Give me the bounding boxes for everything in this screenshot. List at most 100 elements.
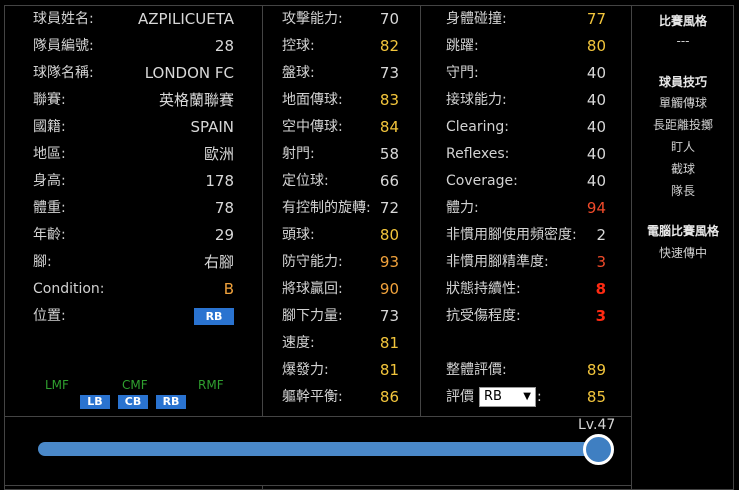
skills-title: 球員技巧 [658, 75, 707, 89]
skill-item: 截球 [670, 162, 695, 176]
rating-select-value: RB [484, 389, 502, 404]
player-info-label: 腳: [33, 254, 52, 270]
stat-mid-label: 地面傳球: [282, 92, 343, 108]
match-style-title: 比賽風格 [658, 14, 707, 28]
player-info-value: SPAIN [190, 118, 234, 136]
match-style-value: --- [676, 34, 690, 48]
stat-mid-row: 射門: 58 [282, 141, 399, 168]
stat-mid-value: 81 [379, 361, 399, 379]
chevron-down-icon: ▼ [523, 391, 531, 402]
player-info-row: 國籍: SPAIN [33, 114, 234, 141]
stat-mid-label: 爆發力: [282, 362, 329, 378]
stat-mid-label: 定位球: [282, 173, 329, 189]
player-info-label: 國籍: [33, 119, 66, 135]
stat-mid-value: 73 [379, 307, 399, 325]
player-info-row: 地區: 歐洲 [33, 141, 234, 168]
stat-mid-label: 頭球: [282, 227, 315, 243]
stat-right-value: 3 [595, 307, 606, 325]
stat-right-label: 非慣用腳使用頻密度: [446, 227, 577, 243]
player-info-value: 28 [214, 37, 234, 55]
player-info-row: 球隊名稱: LONDON FC [33, 60, 234, 87]
stat-mid-value: 81 [379, 334, 399, 352]
stat-mid-label: 射門: [282, 146, 315, 162]
player-info-label: 隊員編號: [33, 38, 94, 54]
stat-mid-label: 攻擊能力: [282, 11, 343, 27]
overall-rating-row: 整體評價: 89 [446, 357, 606, 384]
player-info-label: 年齡: [33, 227, 66, 243]
stat-right-value: 77 [586, 10, 606, 28]
level-slider-track[interactable] [38, 442, 600, 456]
rating-label: 評價 [446, 389, 474, 405]
stat-mid-row: 腳下力量: 73 [282, 303, 399, 330]
level-label: Lv.47 [578, 417, 616, 433]
stat-mid-row: 控球: 82 [282, 33, 399, 60]
player-info-value: 29 [214, 226, 234, 244]
stat-right-label: 抗受傷程度: [446, 308, 521, 324]
stat-right-label: 狀態持續性: [446, 281, 521, 297]
stat-mid-row: 定位球: 66 [282, 168, 399, 195]
level-slider-thumb[interactable] [583, 434, 614, 465]
stat-mid-value: 90 [379, 280, 399, 298]
stat-right-row: Coverage: 40 [446, 168, 606, 195]
position-lmf: LMF [45, 378, 69, 392]
stat-mid-label: 速度: [282, 335, 315, 351]
player-info-row: 隊員編號: 28 [33, 33, 234, 60]
divider-2 [420, 5, 421, 416]
stat-right-label: Clearing: [446, 119, 509, 135]
stat-mid-label: 將球贏回: [282, 281, 343, 297]
stat-right-label: 接球能力: [446, 92, 507, 108]
player-info-value: 右腳 [203, 253, 234, 271]
divider-1 [262, 5, 263, 416]
side-panel: 比賽風格 --- 球員技巧 單觸傳球 長距離投擲 盯人 截球 隊長 電腦比賽風格 快速傳… [632, 0, 734, 440]
player-info-label: 球隊名稱: [33, 65, 94, 81]
player-info-row: 年齡: 29 [33, 222, 234, 249]
position-rb: RB [156, 395, 186, 409]
stat-mid-row: 將球贏回: 90 [282, 276, 399, 303]
stat-right-value: 40 [586, 118, 606, 136]
player-info-label: 聯賽: [33, 92, 66, 108]
stat-mid-value: 58 [379, 145, 399, 163]
stat-right-value: 8 [595, 280, 606, 298]
divider-bottom [4, 416, 631, 417]
rating-position-select[interactable]: RB ▼ [479, 387, 536, 407]
skill-item: 盯人 [670, 140, 695, 154]
stat-mid-row: 頭球: 80 [282, 222, 399, 249]
stat-right-label: 非慣用腳精準度: [446, 254, 549, 270]
stat-right-row: Reflexes: 40 [446, 141, 606, 168]
stat-mid-value: 93 [379, 253, 399, 271]
stat-mid-label: 盤球: [282, 65, 315, 81]
player-info-value: AZPILICUETA [138, 10, 234, 28]
stat-right-value: 3 [596, 253, 606, 271]
player-info-row: Condition: B [33, 276, 234, 303]
stat-mid-value: 84 [379, 118, 399, 136]
position-row: 位置: RB [33, 303, 234, 330]
player-info-row: 球員姓名: AZPILICUETA [33, 6, 234, 33]
stat-mid-label: 有控制的旋轉: [282, 200, 371, 216]
stat-right-label: Reflexes: [446, 146, 510, 162]
stat-right-row: Clearing: 40 [446, 114, 606, 141]
stat-mid-value: 72 [379, 199, 399, 217]
divider-bottom-2 [4, 485, 631, 486]
position-badge: RB [194, 308, 234, 325]
stat-right-row: 身體碰撞: 77 [446, 6, 606, 33]
stat-right-value: 40 [586, 91, 606, 109]
player-info-value: B [223, 280, 234, 298]
player-info-value: 178 [205, 172, 234, 190]
stat-mid-label: 防守能力: [282, 254, 343, 270]
stat-right-row: 非慣用腳使用頻密度: 2 [446, 222, 606, 249]
stat-mid-value: 83 [379, 91, 399, 109]
player-info-label: Condition: [33, 281, 105, 297]
player-info-row: 體重: 78 [33, 195, 234, 222]
player-info-label: 地區: [33, 146, 66, 162]
stat-mid-row: 爆發力: 81 [282, 357, 399, 384]
player-info-row: 身高: 178 [33, 168, 234, 195]
stat-right-label: 守門: [446, 65, 479, 81]
player-info-label: 身高: [33, 173, 66, 189]
stat-mid-row: 空中傳球: 84 [282, 114, 399, 141]
stat-mid-value: 73 [379, 64, 399, 82]
stat-mid-value: 70 [379, 10, 399, 28]
player-info-value: 78 [214, 199, 234, 217]
stat-right-row: 守門: 40 [446, 60, 606, 87]
stat-mid-value: 86 [379, 388, 399, 406]
position-lb: LB [80, 395, 110, 409]
